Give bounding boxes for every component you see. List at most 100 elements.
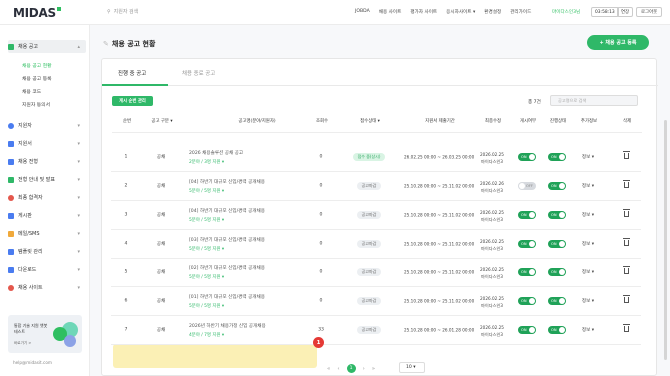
row-info-dropdown[interactable]: 정보 ▾ xyxy=(573,154,603,160)
row-title[interactable]: [04] 하반기 대규모 신입/경력 공개채용 xyxy=(189,208,265,214)
row-applicants[interactable]: 5분야 / 5명 지원 ▾ xyxy=(189,303,224,309)
col-status[interactable]: 접수상태 ▾ xyxy=(350,118,390,124)
row-progress-toggle[interactable]: ON xyxy=(544,211,570,219)
row-delete[interactable] xyxy=(611,324,641,334)
sidebar-item-job-posting[interactable]: 채용 공고 ▴ xyxy=(8,40,86,53)
progress-toggle[interactable]: ON xyxy=(548,182,566,190)
trash-icon[interactable] xyxy=(622,266,630,274)
prev-page-button[interactable]: ‹ xyxy=(337,366,339,372)
row-title[interactable]: [02] 하반기 대규모 신입/경력 공개채용 xyxy=(189,265,265,271)
row-title[interactable]: [01] 하반기 대규모 신입/경력 공개채용 xyxy=(189,294,265,300)
trash-icon[interactable] xyxy=(622,180,630,188)
row-info-dropdown[interactable]: 정보 ▾ xyxy=(573,183,603,189)
progress-toggle[interactable]: ON xyxy=(548,153,566,161)
page-size-select[interactable]: 10 ▾ xyxy=(399,362,425,373)
nav-recruit-site[interactable]: 채용 사이트 xyxy=(379,9,402,15)
row-delete[interactable] xyxy=(611,238,641,248)
row-title[interactable]: 2026 채용솔루션 공채 공고 xyxy=(189,150,243,156)
global-search-input[interactable]: 지원자 검색 xyxy=(114,8,139,15)
row-progress-toggle[interactable]: ON xyxy=(544,297,570,305)
row-info-dropdown[interactable]: 정보 ▾ xyxy=(573,212,603,218)
table-row[interactable]: 3 공채 [04] 하반기 대규모 신입/경력 공개채용 5분야 / 5명 지원 ▾ 0… xyxy=(111,201,641,229)
promo-link[interactable]: 바로가기 > xyxy=(14,341,31,346)
row-delete[interactable] xyxy=(611,266,641,276)
sidebar-item-application[interactable]: 지원서 ▾ xyxy=(8,137,86,150)
nav-guide[interactable]: 관리가이드 xyxy=(510,9,531,15)
row-progress-toggle[interactable]: ON xyxy=(544,153,570,161)
sidebar-item-download[interactable]: 다운로드 ▾ xyxy=(8,263,86,276)
post-toggle[interactable]: ON xyxy=(518,240,536,248)
row-info-dropdown[interactable]: 정보 ▾ xyxy=(573,241,603,247)
row-progress-toggle[interactable]: ON xyxy=(544,182,570,190)
nav-settings[interactable]: 환경설정 xyxy=(484,9,501,15)
row-delete[interactable] xyxy=(611,295,641,305)
sidebar-item-board[interactable]: 게시판 ▾ xyxy=(8,209,86,222)
sidebar-item-templates[interactable]: 템플릿 관리 ▾ xyxy=(8,245,86,258)
post-toggle[interactable]: ON xyxy=(518,297,536,305)
progress-toggle[interactable]: ON xyxy=(548,211,566,219)
row-post-toggle[interactable]: ON xyxy=(514,240,540,248)
nav-jobda[interactable]: JOBDA xyxy=(355,9,370,15)
post-toggle[interactable]: ON xyxy=(518,153,536,161)
post-toggle[interactable]: OFF xyxy=(518,182,536,190)
row-post-toggle[interactable]: ON xyxy=(514,297,540,305)
tab-ongoing[interactable]: 진행 중 공고 xyxy=(118,69,146,77)
post-toggle[interactable]: ON xyxy=(518,268,536,276)
sidebar-item-final-pass[interactable]: 최종 합격자 ▾ xyxy=(8,191,86,204)
nav-applicant-site[interactable]: 응시자사이트 ▾ xyxy=(446,9,475,15)
row-applicants[interactable]: 5분야 / 5명 지원 ▾ xyxy=(189,246,224,252)
row-title[interactable]: 2026년 하반기 채용가정 신입 공개채용 xyxy=(189,323,266,329)
scrollbar[interactable] xyxy=(664,120,667,360)
row-progress-toggle[interactable]: ON xyxy=(544,326,570,334)
sidebar-item-mail-sms[interactable]: 메일/SMS ▾ xyxy=(8,227,86,240)
midas-logo[interactable]: MIDAS xyxy=(13,6,61,20)
table-row[interactable]: 1 공채 2026 채용솔루션 공채 공고 2분야 / 3명 지원 ▾ 0 접수 중(상시… xyxy=(111,143,641,171)
progress-toggle[interactable]: ON xyxy=(548,268,566,276)
table-row[interactable]: 2 공채 [04] 하반기 대규모 신입/경력 공개채용 5분야 / 5명 지원 ▾ 0… xyxy=(111,172,641,200)
col-type[interactable]: 공고 구분 ▾ xyxy=(144,118,180,124)
trash-icon[interactable] xyxy=(622,238,630,246)
user-name[interactable]: 마이다스인3님 xyxy=(552,9,580,15)
first-page-button[interactable]: « xyxy=(327,366,330,372)
sidebar-item-applicants[interactable]: 지원자 ▾ xyxy=(8,119,86,132)
row-applicants[interactable]: 5분야 / 5명 지원 ▾ xyxy=(189,274,224,280)
post-order-button[interactable]: 게시 순번 관리 xyxy=(112,96,153,106)
global-search[interactable]: ⚲ 지원자 검색 xyxy=(107,8,139,16)
sidebar-sub-consent[interactable]: 지원자 동의서 xyxy=(22,101,50,108)
sidebar-item-process[interactable]: 채용 전형 ▾ xyxy=(8,155,86,168)
row-info-dropdown[interactable]: 정보 ▾ xyxy=(573,269,603,275)
support-email[interactable]: help@midasit.com xyxy=(13,360,52,365)
row-applicants[interactable]: 5분야 / 5명 지원 ▾ xyxy=(189,188,224,194)
row-applicants[interactable]: 4분야 / 7명 지원 ▾ xyxy=(189,332,224,338)
chatbot-promo-banner[interactable]: 통합 기술 지원 챗봇 테스트 바로가기 > xyxy=(8,315,82,353)
trash-icon[interactable] xyxy=(622,209,630,217)
posting-search-input[interactable]: 공고명으로 검색 xyxy=(550,95,638,106)
next-page-button[interactable]: › xyxy=(363,366,365,372)
row-delete[interactable] xyxy=(611,180,641,190)
register-posting-button[interactable]: + 채용 공고 등록 xyxy=(587,35,649,50)
row-info-dropdown[interactable]: 정보 ▾ xyxy=(573,327,603,333)
sidebar-sub-posting-register[interactable]: 채용 공고 등록 xyxy=(22,75,52,82)
last-page-button[interactable]: » xyxy=(372,366,375,372)
trash-icon[interactable] xyxy=(622,295,630,303)
table-row[interactable]: 6 공채 [01] 하반기 대규모 신입/경력 공개채용 5분야 / 5명 지원 ▾ 0… xyxy=(111,287,641,315)
table-row[interactable]: 4 공채 [03] 하반기 대규모 신입/경력 공개채용 5분야 / 5명 지원 ▾ 0… xyxy=(111,230,641,258)
row-progress-toggle[interactable]: ON xyxy=(544,240,570,248)
sidebar-sub-posting-status[interactable]: 채용 공고 현황 xyxy=(22,62,52,69)
progress-toggle[interactable]: ON xyxy=(548,326,566,334)
post-toggle[interactable]: ON xyxy=(518,211,536,219)
row-post-toggle[interactable]: ON xyxy=(514,211,540,219)
sidebar-item-recruit-site[interactable]: 채용 사이트 ▾ xyxy=(8,281,86,294)
row-post-toggle[interactable]: ON xyxy=(514,326,540,334)
sidebar-item-announce[interactable]: 전형 안내 및 발표 ▾ xyxy=(8,173,86,186)
row-delete[interactable] xyxy=(611,151,641,161)
row-applicants[interactable]: 2분야 / 3명 지원 ▾ xyxy=(189,159,224,165)
trash-icon[interactable] xyxy=(622,151,630,159)
row-progress-toggle[interactable]: ON xyxy=(544,268,570,276)
current-page[interactable]: 1 xyxy=(346,364,356,373)
tab-closed[interactable]: 채용 종료 공고 xyxy=(182,69,215,77)
table-row[interactable]: 7 공채 2026년 하반기 채용가정 신입 공개채용 4분야 / 7명 지원 ▾ 33… xyxy=(111,316,641,344)
logout-button[interactable]: 로그아웃 xyxy=(636,7,663,17)
row-applicants[interactable]: 5분야 / 5명 지원 ▾ xyxy=(189,217,224,223)
progress-toggle[interactable]: ON xyxy=(548,240,566,248)
